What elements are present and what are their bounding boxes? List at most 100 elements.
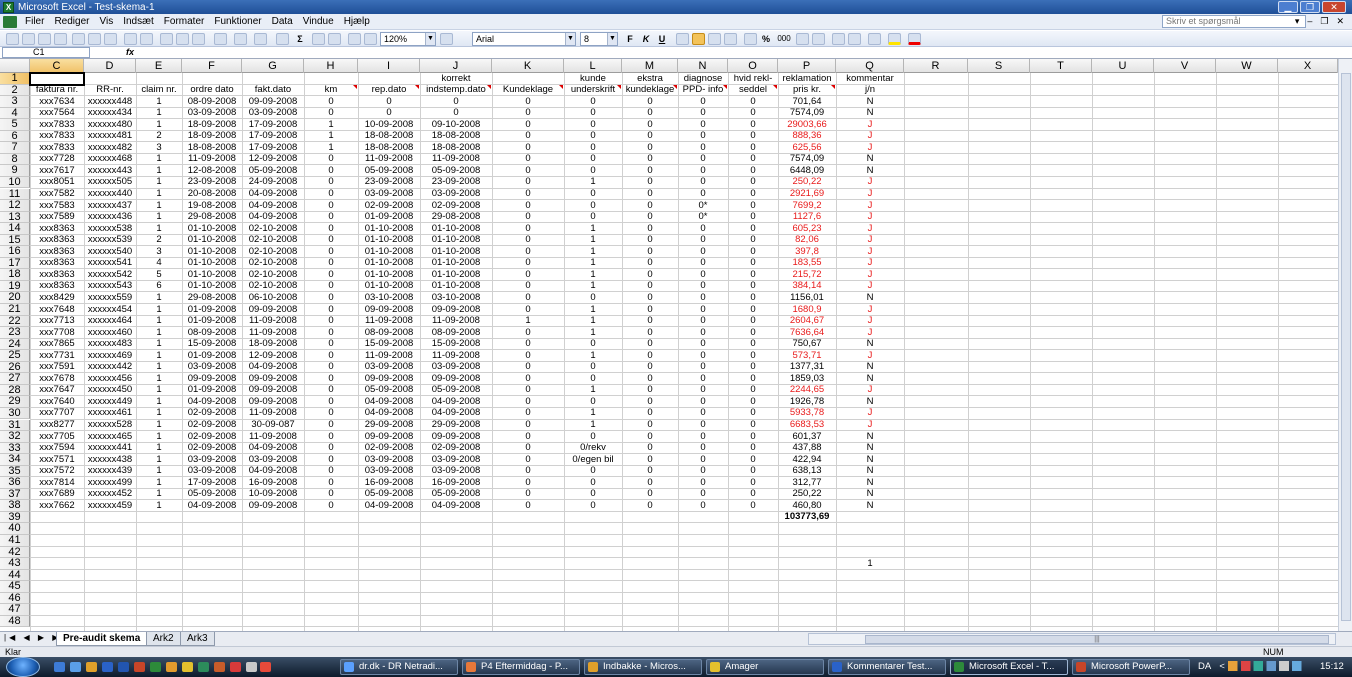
cell-K27[interactable]: 0 xyxy=(492,373,564,385)
cell-J19[interactable]: 01-10-2008 xyxy=(420,280,492,292)
cell-Q10[interactable]: J xyxy=(836,176,904,188)
cell-I28[interactable]: 05-09-2008 xyxy=(358,384,420,396)
cell-O9[interactable]: 0 xyxy=(728,165,778,177)
percent-button[interactable]: % xyxy=(760,33,772,45)
cell-J22[interactable]: 11-09-2008 xyxy=(420,315,492,327)
bold-button[interactable]: F xyxy=(624,33,636,45)
cell-C30[interactable]: xxx7707 xyxy=(30,407,84,419)
cell-D24[interactable]: xxxxxx483 xyxy=(84,338,136,350)
cell-D13[interactable]: xxxxxx436 xyxy=(84,211,136,223)
column-header-W[interactable]: W xyxy=(1216,59,1278,73)
cell-L37[interactable]: 0 xyxy=(564,488,622,500)
cell-J16[interactable]: 01-10-2008 xyxy=(420,246,492,258)
row-header-23[interactable]: 23 xyxy=(0,327,30,339)
cell-L23[interactable]: 1 xyxy=(564,327,622,339)
cell-H25[interactable]: 0 xyxy=(304,350,358,362)
cell-G34[interactable]: 03-09-2008 xyxy=(242,454,304,466)
cell-D14[interactable]: xxxxxx538 xyxy=(84,223,136,235)
row-header-1[interactable]: 1 xyxy=(0,73,30,85)
row-header-12[interactable]: 12 xyxy=(0,200,30,212)
cell-L10[interactable]: 1 xyxy=(564,176,622,188)
header-L1[interactable]: kunde xyxy=(564,73,622,85)
cell-N7[interactable]: 0 xyxy=(678,142,728,154)
cell-C8[interactable]: xxx7728 xyxy=(30,153,84,165)
cell-G35[interactable]: 04-09-2008 xyxy=(242,465,304,477)
spelling-icon[interactable] xyxy=(124,33,137,45)
cell-F11[interactable]: 20-08-2008 xyxy=(182,188,242,200)
cell-Q6[interactable]: J xyxy=(836,130,904,142)
cell-M19[interactable]: 0 xyxy=(622,280,678,292)
cell-D8[interactable]: xxxxxx468 xyxy=(84,153,136,165)
task-outlook[interactable]: Indbakke - Micros... xyxy=(584,659,702,675)
cell-P6[interactable]: 888,36 xyxy=(778,130,836,142)
cell-Q8[interactable]: N xyxy=(836,153,904,165)
cell-G8[interactable]: 12-09-2008 xyxy=(242,153,304,165)
cell-P30[interactable]: 5933,78 xyxy=(778,407,836,419)
cell-I30[interactable]: 04-09-2008 xyxy=(358,407,420,419)
header-G2[interactable]: fakt.dato xyxy=(242,84,304,96)
cell-H29[interactable]: 0 xyxy=(304,396,358,408)
cell-F20[interactable]: 29-08-2008 xyxy=(182,292,242,304)
cell-F6[interactable]: 18-09-2008 xyxy=(182,130,242,142)
cell-I35[interactable]: 03-09-2008 xyxy=(358,465,420,477)
cell-N34[interactable]: 0 xyxy=(678,454,728,466)
cell-G25[interactable]: 12-09-2008 xyxy=(242,350,304,362)
header-P2[interactable]: pris kr. xyxy=(778,84,836,96)
zoom-select[interactable]: 120% ▼ xyxy=(380,32,436,46)
cell-O6[interactable]: 0 xyxy=(728,130,778,142)
cell-E20[interactable]: 1 xyxy=(136,292,182,304)
cell-D10[interactable]: xxxxxx505 xyxy=(84,176,136,188)
cell-H37[interactable]: 0 xyxy=(304,488,358,500)
cell-K30[interactable]: 0 xyxy=(492,407,564,419)
cell-I4[interactable]: 0 xyxy=(358,107,420,119)
cell-N32[interactable]: 0 xyxy=(678,431,728,443)
cell-E38[interactable]: 1 xyxy=(136,500,182,512)
cell-M30[interactable]: 0 xyxy=(622,407,678,419)
cell-Q3[interactable]: N xyxy=(836,96,904,108)
cell-Q34[interactable]: N xyxy=(836,454,904,466)
cell-I33[interactable]: 02-09-2008 xyxy=(358,442,420,454)
cell-K6[interactable]: 0 xyxy=(492,130,564,142)
cell-J7[interactable]: 18-08-2008 xyxy=(420,142,492,154)
row-header-21[interactable]: 21 xyxy=(0,304,30,316)
cell-D23[interactable]: xxxxxx460 xyxy=(84,327,136,339)
cell-Q24[interactable]: N xyxy=(836,338,904,350)
cell-D30[interactable]: xxxxxx461 xyxy=(84,407,136,419)
cell-G15[interactable]: 02-10-2008 xyxy=(242,234,304,246)
cell-Q36[interactable]: N xyxy=(836,477,904,489)
cell-I9[interactable]: 05-09-2008 xyxy=(358,165,420,177)
cell-N21[interactable]: 0 xyxy=(678,304,728,316)
cell-C32[interactable]: xxx7705 xyxy=(30,431,84,443)
restore-icon[interactable]: ❐ xyxy=(1300,1,1320,13)
cell-I24[interactable]: 15-09-2008 xyxy=(358,338,420,350)
cell-J23[interactable]: 08-09-2008 xyxy=(420,327,492,339)
cell-P5[interactable]: 29003,66 xyxy=(778,119,836,131)
cell-P29[interactable]: 1926,78 xyxy=(778,396,836,408)
cell-M28[interactable]: 0 xyxy=(622,384,678,396)
cell-P27[interactable]: 1859,03 xyxy=(778,373,836,385)
cell-N10[interactable]: 0 xyxy=(678,176,728,188)
chevron-down-icon[interactable]: ▾ xyxy=(1295,16,1300,27)
cell-M32[interactable]: 0 xyxy=(622,431,678,443)
cell-L29[interactable]: 0 xyxy=(564,396,622,408)
row-header-25[interactable]: 25 xyxy=(0,350,30,362)
cell-J20[interactable]: 03-10-2008 xyxy=(420,292,492,304)
cell-P31[interactable]: 6683,53 xyxy=(778,419,836,431)
cell-H26[interactable]: 0 xyxy=(304,361,358,373)
cell-M23[interactable]: 0 xyxy=(622,327,678,339)
cell-D26[interactable]: xxxxxx442 xyxy=(84,361,136,373)
cell-K26[interactable]: 0 xyxy=(492,361,564,373)
cell-E4[interactable]: 1 xyxy=(136,107,182,119)
italic-button[interactable]: K xyxy=(640,33,652,45)
cell-O33[interactable]: 0 xyxy=(728,442,778,454)
cell-P23[interactable]: 7636,64 xyxy=(778,327,836,339)
cell-K23[interactable]: 0 xyxy=(492,327,564,339)
firefox-icon[interactable] xyxy=(214,662,225,672)
cell-E36[interactable]: 1 xyxy=(136,477,182,489)
cell-H19[interactable]: 0 xyxy=(304,280,358,292)
header-J1[interactable]: korrekt xyxy=(420,73,492,85)
cell-E34[interactable]: 1 xyxy=(136,454,182,466)
header-K2[interactable]: Kundeklage xyxy=(492,84,564,96)
start-button[interactable] xyxy=(6,657,40,677)
cell-N26[interactable]: 0 xyxy=(678,361,728,373)
